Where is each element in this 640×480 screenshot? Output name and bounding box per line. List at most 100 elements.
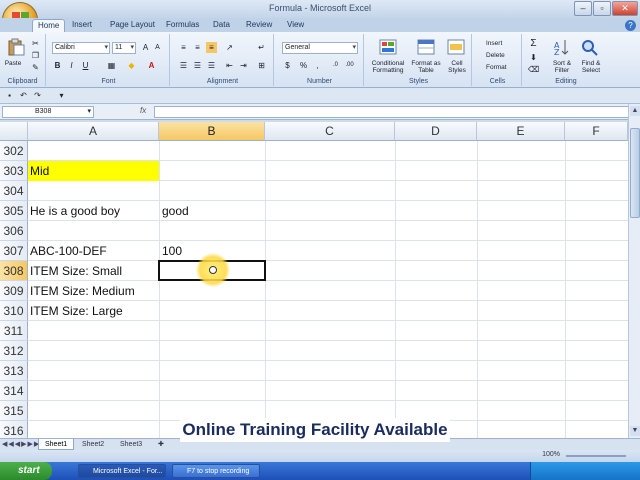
- task-recording[interactable]: F7 to stop recording: [172, 464, 260, 478]
- autosum-icon[interactable]: Σ: [528, 38, 539, 49]
- cell-b[interactable]: [160, 181, 264, 201]
- row-header[interactable]: 302: [0, 141, 28, 161]
- column-header-b[interactable]: B: [159, 122, 265, 141]
- cell-a[interactable]: [28, 361, 159, 381]
- currency-icon[interactable]: $: [282, 60, 293, 71]
- cell-a[interactable]: He is a good boy: [28, 201, 159, 221]
- shrink-font-icon[interactable]: A: [152, 42, 163, 53]
- cell-a[interactable]: [28, 141, 159, 161]
- task-excel[interactable]: Microsoft Excel - For...: [78, 464, 166, 478]
- customize-toolbar-icon[interactable]: ▾: [56, 90, 67, 101]
- undo-icon[interactable]: ↶: [18, 90, 29, 101]
- worksheet-grid[interactable]: A B C D E F 302 303 Mid 304 305 He is a good …: [0, 122, 628, 438]
- save-icon[interactable]: ▪: [4, 90, 15, 101]
- column-header-f[interactable]: F: [565, 122, 628, 141]
- number-format-select[interactable]: General: [282, 42, 358, 54]
- cell-b[interactable]: [160, 341, 264, 361]
- column-header-c[interactable]: C: [265, 122, 395, 141]
- row-header[interactable]: 316: [0, 421, 28, 438]
- borders-icon[interactable]: ▦: [106, 60, 117, 71]
- align-bottom-icon[interactable]: ≡: [206, 42, 217, 53]
- row-header[interactable]: 314: [0, 381, 28, 401]
- cell-a[interactable]: [28, 181, 159, 201]
- insert-sheet-icon[interactable]: ✚: [152, 439, 170, 450]
- font-size-select[interactable]: 11: [112, 42, 136, 54]
- sheet-tab-sheet2[interactable]: Sheet2: [76, 439, 110, 450]
- scroll-thumb[interactable]: [630, 128, 640, 218]
- insert-function-icon[interactable]: fx: [140, 106, 146, 115]
- orientation-icon[interactable]: ↗: [224, 42, 235, 53]
- underline-button[interactable]: U: [80, 60, 91, 71]
- row-header[interactable]: 308: [0, 261, 28, 281]
- align-left-icon[interactable]: ☰: [178, 60, 189, 71]
- tab-view[interactable]: View: [287, 20, 304, 29]
- row-header[interactable]: 315: [0, 401, 28, 421]
- cell-a[interactable]: ITEM Size: Large: [28, 301, 159, 321]
- format-cells-button[interactable]: Format: [486, 64, 507, 71]
- row-header[interactable]: 310: [0, 301, 28, 321]
- decrease-indent-icon[interactable]: ⇤: [224, 60, 235, 71]
- row-header[interactable]: 306: [0, 221, 28, 241]
- cell-a[interactable]: [28, 341, 159, 361]
- format-as-table-icon[interactable]: [416, 38, 436, 56]
- cell-a[interactable]: [28, 401, 159, 421]
- cell-b[interactable]: [160, 161, 264, 181]
- scroll-up-arrow-icon[interactable]: ▲: [630, 106, 640, 116]
- row-header[interactable]: 307: [0, 241, 28, 261]
- row-header[interactable]: 304: [0, 181, 28, 201]
- formula-input[interactable]: [154, 106, 630, 118]
- row-header[interactable]: 313: [0, 361, 28, 381]
- tab-insert[interactable]: Insert: [72, 20, 92, 29]
- sheet-tab-sheet3[interactable]: Sheet3: [114, 439, 148, 450]
- help-icon[interactable]: ?: [625, 20, 636, 31]
- column-header-e[interactable]: E: [477, 122, 565, 141]
- tab-review[interactable]: Review: [246, 20, 272, 29]
- font-name-select[interactable]: Calibri: [52, 42, 110, 54]
- cell-b[interactable]: [160, 141, 264, 161]
- vertical-scrollbar[interactable]: ▲ ▼: [628, 104, 640, 438]
- cut-icon[interactable]: ✂: [30, 38, 41, 49]
- align-right-icon[interactable]: ☰: [206, 60, 217, 71]
- grow-font-icon[interactable]: A: [140, 42, 151, 53]
- decrease-decimal-icon[interactable]: .00: [344, 60, 355, 71]
- row-header[interactable]: 303: [0, 161, 28, 181]
- paste-icon[interactable]: [6, 38, 26, 56]
- redo-icon[interactable]: ↷: [32, 90, 43, 101]
- increase-decimal-icon[interactable]: .0: [330, 60, 341, 71]
- cell-a[interactable]: [28, 321, 159, 341]
- maximize-button[interactable]: ▫: [593, 1, 611, 16]
- tab-data[interactable]: Data: [213, 20, 230, 29]
- scroll-down-arrow-icon[interactable]: ▼: [630, 426, 640, 436]
- start-button[interactable]: start: [0, 462, 52, 480]
- row-header[interactable]: 312: [0, 341, 28, 361]
- row-header[interactable]: 311: [0, 321, 28, 341]
- cell-a[interactable]: [28, 221, 159, 241]
- fill-color-icon[interactable]: ◆: [126, 60, 137, 71]
- conditional-formatting-icon[interactable]: [378, 38, 398, 56]
- column-header-a[interactable]: A: [28, 122, 159, 141]
- sheet-tab-sheet1[interactable]: Sheet1: [38, 439, 75, 450]
- delete-cells-button[interactable]: Delete: [486, 52, 505, 59]
- wrap-text-icon[interactable]: ↵: [256, 42, 267, 53]
- cell-b[interactable]: good: [160, 201, 264, 221]
- cell-a[interactable]: [28, 421, 159, 438]
- cell-b[interactable]: [160, 301, 264, 321]
- name-box[interactable]: B308: [2, 106, 94, 118]
- percent-icon[interactable]: %: [298, 60, 309, 71]
- cell-b[interactable]: [160, 361, 264, 381]
- cell-b[interactable]: [160, 321, 264, 341]
- clear-icon[interactable]: ⌫: [528, 64, 539, 75]
- cell-a[interactable]: Mid: [28, 161, 159, 181]
- zoom-level[interactable]: 100%: [542, 451, 560, 458]
- format-painter-icon[interactable]: ✎: [30, 62, 41, 73]
- align-top-icon[interactable]: ≡: [178, 42, 189, 53]
- row-header[interactable]: 305: [0, 201, 28, 221]
- tab-home[interactable]: Home: [32, 19, 66, 32]
- cell-b[interactable]: [160, 381, 264, 401]
- select-all-corner[interactable]: [0, 122, 28, 141]
- merge-center-icon[interactable]: ⊞: [256, 60, 267, 71]
- close-button[interactable]: ✕: [612, 1, 638, 16]
- tab-page-layout[interactable]: Page Layout: [110, 20, 155, 29]
- cell-a[interactable]: ITEM Size: Medium: [28, 281, 159, 301]
- sheet-nav-arrows-icon[interactable]: ◀◀◀▶▶▶: [2, 440, 40, 448]
